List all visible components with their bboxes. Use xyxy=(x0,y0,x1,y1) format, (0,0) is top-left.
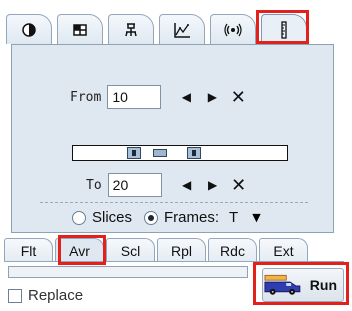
grid-icon xyxy=(73,23,87,36)
tab-label: Rpl xyxy=(170,242,192,259)
tab-flt[interactable]: Flt xyxy=(4,238,53,262)
to-row: To ◀ ▶ ✕ xyxy=(86,173,250,197)
tab-rpl[interactable]: Rpl xyxy=(157,238,206,262)
range-slider[interactable] xyxy=(72,145,288,161)
tab-waves[interactable] xyxy=(210,14,256,44)
tab-grid[interactable] xyxy=(57,14,103,44)
waves-icon xyxy=(224,23,242,36)
tab-label: Ext xyxy=(273,242,294,259)
close-icon: ✕ xyxy=(231,174,247,196)
range-end-handle[interactable] xyxy=(187,147,201,159)
tab-chart[interactable] xyxy=(159,14,205,44)
from-prev-button[interactable]: ◀ xyxy=(175,86,197,108)
arrow-left-icon: ◀ xyxy=(182,178,192,192)
to-prev-button[interactable]: ◀ xyxy=(176,174,198,196)
tab-tool[interactable] xyxy=(108,14,154,44)
from-next-button[interactable]: ▶ xyxy=(201,86,223,108)
highlight-run-button xyxy=(253,262,349,305)
tab-label: Flt xyxy=(20,242,37,259)
tab-label: Scl xyxy=(120,242,141,259)
tab-rdc[interactable]: Rdc xyxy=(208,238,257,262)
to-next-button[interactable]: ▶ xyxy=(202,174,224,196)
slices-label: Slices xyxy=(92,209,133,226)
from-field[interactable] xyxy=(107,85,162,109)
contrast-icon xyxy=(22,22,36,37)
tab-scl[interactable]: Scl xyxy=(106,238,155,262)
from-label: From xyxy=(70,89,102,105)
arrow-left-icon: ◀ xyxy=(181,90,191,104)
tab-label: Rdc xyxy=(220,242,245,259)
chevron-down-icon[interactable]: ▼ xyxy=(252,211,260,224)
frames-label: Frames: xyxy=(164,209,220,226)
close-icon: ✕ xyxy=(230,86,246,108)
from-row: From ◀ ▶ ✕ xyxy=(70,85,249,109)
to-field[interactable] xyxy=(107,173,162,197)
range-middle-handle[interactable] xyxy=(153,149,167,157)
highlight-tab-ruler xyxy=(256,10,309,44)
range-start-handle[interactable] xyxy=(127,147,141,159)
tool-icon xyxy=(125,22,137,36)
tab-ext[interactable]: Ext xyxy=(259,238,308,262)
progress-bar xyxy=(8,266,248,278)
replace-option[interactable]: Replace xyxy=(8,287,83,304)
average-settings-panel: From ◀ ▶ ✕ To ◀ ▶ ✕ Slices Frames: T ▼ xyxy=(11,44,334,233)
mode-row: Slices Frames: T ▼ xyxy=(72,209,261,226)
from-clear-button[interactable]: ✕ xyxy=(227,86,249,108)
separator xyxy=(40,202,308,203)
replace-checkbox[interactable] xyxy=(8,288,22,303)
frames-radio[interactable] xyxy=(144,210,159,225)
replace-label: Replace xyxy=(28,287,84,304)
chart-icon xyxy=(174,22,190,38)
tab-contrast[interactable] xyxy=(6,14,52,44)
slices-radio[interactable] xyxy=(72,210,86,225)
arrow-right-icon: ▶ xyxy=(208,178,218,192)
arrow-right-icon: ▶ xyxy=(207,90,217,104)
to-clear-button[interactable]: ✕ xyxy=(228,174,250,196)
to-label: To xyxy=(86,177,102,193)
highlight-tab-avr xyxy=(58,235,106,265)
frames-mode-select[interactable]: T xyxy=(229,209,238,226)
